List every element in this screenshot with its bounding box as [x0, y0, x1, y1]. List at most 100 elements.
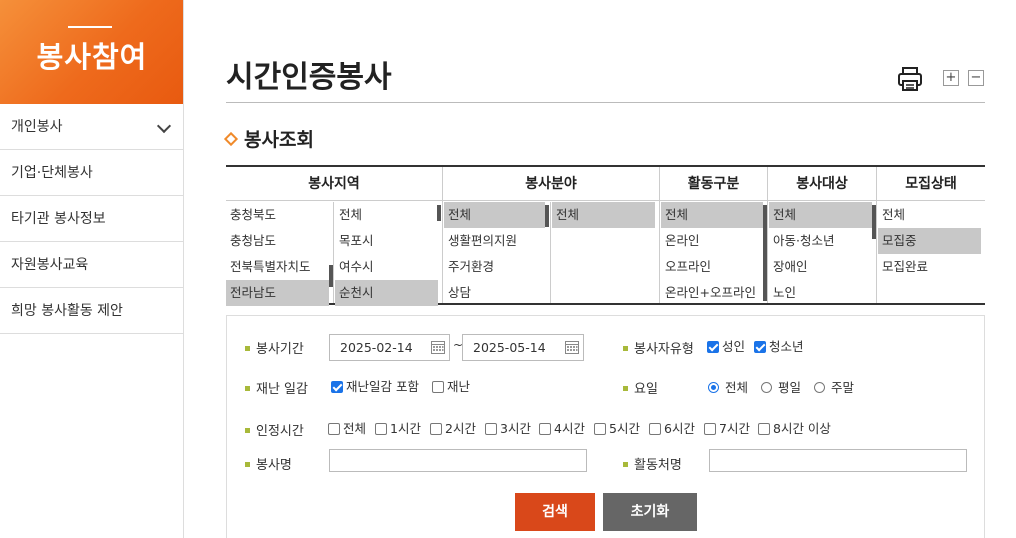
hours-all-checkbox[interactable]: 전체 — [328, 421, 366, 437]
search-button[interactable]: 검색 — [515, 493, 595, 531]
checkbox-icon[interactable] — [594, 423, 606, 435]
sidebar-item-corporate[interactable]: 기업·단체봉사 — [0, 150, 183, 196]
list-item[interactable]: 전체 — [878, 202, 981, 228]
list-item[interactable]: 전체 — [444, 202, 545, 228]
zoom-out-button[interactable]: − — [968, 70, 984, 86]
day-label-text: 요일 — [634, 382, 658, 397]
divider — [876, 167, 877, 303]
checkbox-icon[interactable] — [430, 423, 442, 435]
list-item[interactable]: 온라인+오프라인 — [661, 280, 763, 306]
sidebar-item-other-agency[interactable]: 타기관 봉사정보 — [0, 196, 183, 242]
bullet-icon — [245, 462, 250, 467]
list-item[interactable]: 모집중 — [878, 228, 981, 254]
sidebar-item-personal[interactable]: 개인봉사 — [0, 104, 183, 150]
checkbox-label: 7시간 — [719, 421, 750, 436]
scrollbar[interactable] — [763, 205, 767, 301]
place-name-input[interactable] — [709, 449, 967, 472]
hours-6-checkbox[interactable]: 6시간 — [649, 421, 695, 437]
scrollbar[interactable] — [437, 205, 441, 221]
hours-5-checkbox[interactable]: 5시간 — [594, 421, 640, 437]
zoom-in-button[interactable]: + — [943, 70, 959, 86]
hours-8plus-checkbox[interactable]: 8시간 이상 — [758, 421, 831, 437]
list-item[interactable]: 상담 — [444, 280, 545, 306]
field-list: 전체 생활편의지원 주거환경 상담 — [444, 202, 545, 306]
day-weekend-radio[interactable]: 주말 — [814, 380, 854, 396]
checkbox-icon[interactable] — [375, 423, 387, 435]
list-item[interactable]: 장애인 — [769, 254, 872, 280]
radio-icon[interactable] — [761, 382, 772, 393]
list-item[interactable]: 노인 — [769, 280, 872, 306]
bullet-icon — [623, 346, 628, 351]
sidebar-item-label: 희망 봉사활동 제안 — [11, 303, 123, 319]
list-item[interactable]: 아동·청소년 — [769, 228, 872, 254]
place-name-label: 활동처명 — [623, 454, 682, 473]
radio-icon[interactable] — [814, 382, 825, 393]
disaster-only-checkbox[interactable]: 재난 — [432, 379, 470, 395]
list-item[interactable]: 온라인 — [661, 228, 763, 254]
type-youth-checkbox[interactable]: 청소년 — [754, 339, 804, 355]
list-item[interactable]: 주거환경 — [444, 254, 545, 280]
calendar-icon[interactable] — [431, 340, 445, 354]
list-item[interactable]: 생활편의지원 — [444, 228, 545, 254]
checkbox-checked-icon[interactable] — [331, 381, 343, 393]
checkbox-icon[interactable] — [704, 423, 716, 435]
header-activity: 활동구분 — [660, 167, 767, 201]
hours-1-checkbox[interactable]: 1시간 — [375, 421, 421, 437]
bullet-icon — [623, 386, 628, 391]
disaster-include-checkbox[interactable]: 재난일감 포함 — [331, 379, 419, 395]
scrollbar[interactable] — [329, 265, 333, 287]
checkbox-icon[interactable] — [485, 423, 497, 435]
list-item[interactable]: 전체 — [661, 202, 763, 228]
date-to-input[interactable]: 2025-05-14 — [462, 334, 584, 361]
list-item[interactable]: 전체 — [769, 202, 872, 228]
service-name-input[interactable] — [329, 449, 587, 472]
checkbox-checked-icon[interactable] — [754, 341, 766, 353]
day-all-radio[interactable]: 전체 — [708, 380, 748, 396]
checkbox-icon[interactable] — [539, 423, 551, 435]
sidebar-item-education[interactable]: 자원봉사교육 — [0, 242, 183, 288]
diamond-icon — [223, 131, 239, 147]
checkbox-icon[interactable] — [758, 423, 770, 435]
sidebar-title: 봉사참여 — [36, 40, 148, 74]
list-item[interactable]: 여수시 — [335, 254, 438, 280]
type-adult-checkbox[interactable]: 성인 — [707, 339, 745, 355]
period-label-text: 봉사기간 — [256, 342, 304, 357]
list-item[interactable]: 오프라인 — [661, 254, 763, 280]
checkbox-icon[interactable] — [328, 423, 340, 435]
print-icon[interactable] — [897, 66, 923, 92]
list-item[interactable]: 전체 — [335, 202, 438, 228]
hours-2-checkbox[interactable]: 2시간 — [430, 421, 476, 437]
scrollbar[interactable] — [872, 205, 876, 239]
hours-3-checkbox[interactable]: 3시간 — [485, 421, 531, 437]
sidebar-item-proposal[interactable]: 희망 봉사활동 제안 — [0, 288, 183, 334]
checkbox-icon[interactable] — [649, 423, 661, 435]
radio-selected-icon[interactable] — [708, 382, 719, 393]
service-name-label-text: 봉사명 — [256, 458, 292, 473]
list-item[interactable]: 순천시 — [335, 280, 438, 306]
volunteer-type-label: 봉사자유형 — [623, 338, 694, 357]
list-item[interactable]: 모집완료 — [878, 254, 981, 280]
hours-4-checkbox[interactable]: 4시간 — [539, 421, 585, 437]
checkbox-icon[interactable] — [432, 381, 444, 393]
list-item[interactable]: 전라남도 — [226, 280, 329, 306]
list-item[interactable]: 전체 — [552, 202, 655, 228]
reset-button[interactable]: 초기화 — [603, 493, 697, 531]
scrollbar[interactable] — [545, 205, 549, 227]
date-from-input[interactable]: 2025-02-14 — [329, 334, 450, 361]
header-target: 봉사대상 — [768, 167, 876, 201]
list-item[interactable]: 충청북도 — [226, 202, 329, 228]
chevron-down-icon[interactable] — [156, 118, 172, 134]
sidebar: 봉사참여 개인봉사 기업·단체봉사 타기관 봉사정보 자원봉사교육 희망 봉사활… — [0, 0, 184, 538]
divider — [659, 167, 660, 303]
calendar-icon[interactable] — [565, 340, 579, 354]
list-item[interactable]: 충청남도 — [226, 228, 329, 254]
hours-7-checkbox[interactable]: 7시간 — [704, 421, 750, 437]
checkbox-checked-icon[interactable] — [707, 341, 719, 353]
list-item[interactable]: 목포시 — [335, 228, 438, 254]
activity-list: 전체 온라인 오프라인 온라인+오프라인 — [661, 202, 763, 306]
page-title: 시간인증봉사 — [226, 60, 392, 95]
day-weekday-radio[interactable]: 평일 — [761, 380, 801, 396]
list-item[interactable]: 전북특별자치도 — [226, 254, 329, 280]
bullet-icon — [245, 386, 250, 391]
header-field: 봉사분야 — [443, 167, 659, 201]
